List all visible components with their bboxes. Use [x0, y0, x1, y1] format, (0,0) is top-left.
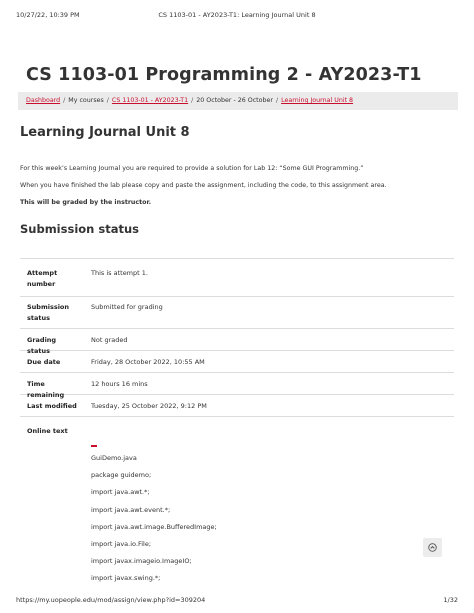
print-page-number: 1/32	[443, 596, 458, 604]
print-footer: https://my.uopeople.edu/mod/assign/view.…	[16, 596, 458, 606]
code-line: import javax.imageio.ImageIO;	[91, 557, 192, 566]
chevron-up-icon	[428, 543, 437, 552]
print-header: 10/27/22, 10:39 PM CS 1103-01 - AY2023-T…	[16, 11, 458, 21]
breadcrumb-course[interactable]: CS 1103-01 - AY2023-T1	[112, 97, 188, 104]
code-line: import javax.swing.*;	[91, 574, 161, 583]
code-line: package guidemo;	[91, 471, 152, 480]
due-date-label: Due date	[27, 358, 61, 366]
print-url: https://my.uopeople.edu/mod/assign/view.…	[16, 596, 206, 604]
code-line: import java.awt.event.*;	[91, 505, 171, 514]
submission-status-value: Submitted for grading	[91, 303, 163, 311]
code-line: import java.awt.*;	[91, 488, 150, 497]
breadcrumb-assignment[interactable]: Learning Journal Unit 8	[281, 97, 353, 104]
breadcrumb-separator: /	[275, 97, 279, 104]
table-row: Time remaining 12 hours 16 mins	[20, 373, 454, 399]
code-line: GuiDemo.java	[91, 454, 137, 462]
time-remaining-value: 12 hours 16 mins	[91, 380, 148, 388]
print-doc-title: CS 1103-01 - AY2023-T1: Learning Journal…	[158, 11, 316, 19]
table-row: Grading status Not graded	[20, 329, 454, 355]
table-row: Online text GuiDemo.java package guidemo…	[20, 417, 454, 613]
scroll-to-top-button[interactable]	[423, 538, 442, 557]
breadcrumb-dashboard[interactable]: Dashboard	[26, 97, 60, 104]
breadcrumb-separator: /	[191, 97, 194, 104]
online-text-label: Online text	[27, 427, 68, 435]
description-paragraph: When you have finished the lab please co…	[20, 182, 387, 189]
breadcrumb-bar: Dashboard / My courses / CS 1103-01 - AY2023…	[18, 92, 458, 110]
online-text-content: GuiDemo.java package guidemo; import jav…	[91, 445, 217, 591]
breadcrumb-week[interactable]: 20 October - 26 October	[196, 97, 273, 104]
attempt-number-value: This is attempt 1.	[91, 269, 148, 277]
table-row: Attempt number This is attempt 1.	[20, 259, 454, 297]
table-row: Last modified Tuesday, 25 October 2022, …	[20, 395, 454, 417]
collapse-marker[interactable]	[91, 445, 97, 447]
grading-status-value: Not graded	[91, 336, 128, 344]
code-line: import java.io.File;	[91, 539, 152, 548]
submission-status-table: Attempt number This is attempt 1. Submis…	[20, 258, 454, 613]
table-row: Due date Friday, 28 October 2022, 10:55 …	[20, 351, 454, 373]
description-paragraph: For this week’s Learning Journal you are…	[20, 165, 364, 172]
last-modified-value: Tuesday, 25 October 2022, 9:12 PM	[91, 402, 207, 410]
last-modified-label: Last modified	[27, 402, 77, 410]
submission-status-heading: Submission status	[20, 222, 139, 236]
page-title: Learning Journal Unit 8	[20, 125, 190, 140]
breadcrumb-my-courses[interactable]: My courses	[68, 97, 104, 104]
breadcrumb-separator: /	[106, 97, 109, 104]
breadcrumb: Dashboard / My courses / CS 1103-01 - AY2023…	[26, 97, 353, 104]
code-line: import java.awt.image.BufferedImage;	[91, 522, 217, 531]
submission-status-label: Submission status	[27, 303, 70, 322]
breadcrumb-separator: /	[63, 97, 66, 104]
attempt-number-label: Attempt number	[27, 269, 58, 288]
table-row: Submission status Submitted for grading	[20, 297, 454, 329]
due-date-value: Friday, 28 October 2022, 10:55 AM	[91, 358, 205, 366]
grading-note: This will be graded by the instructor.	[20, 199, 152, 206]
course-title: CS 1103-01 Programming 2 - AY2023-T1	[26, 65, 422, 85]
